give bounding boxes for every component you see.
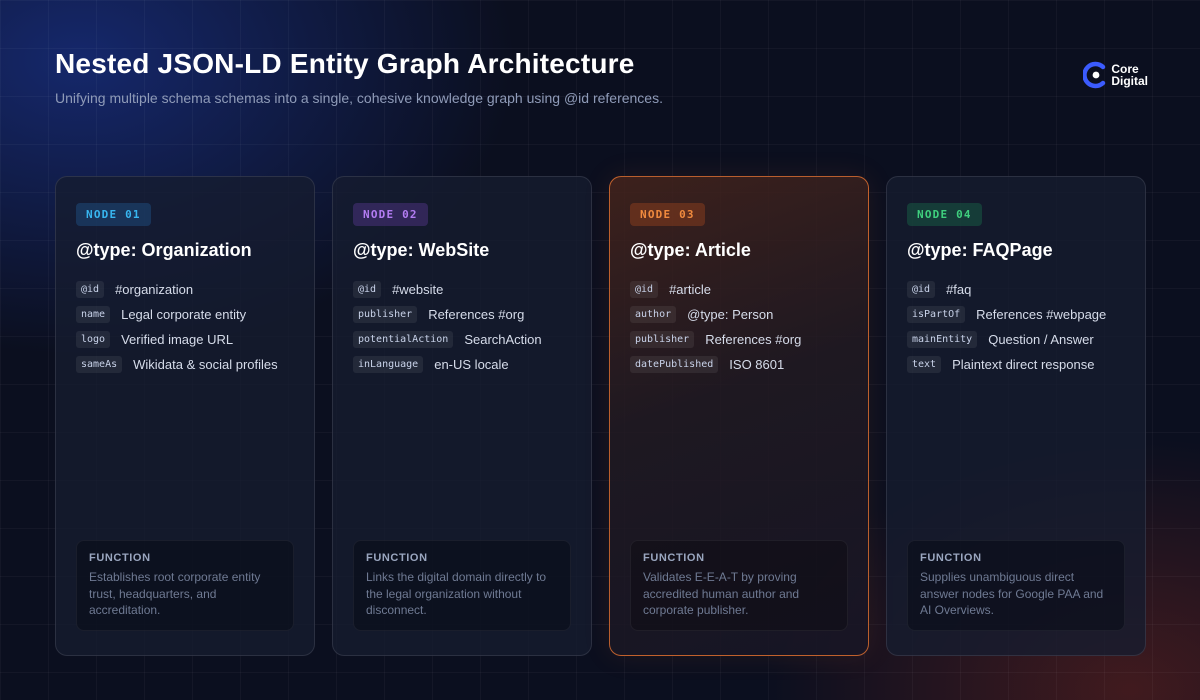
property-value: References #org — [705, 332, 802, 347]
node-type: @type: Organization — [76, 240, 252, 260]
c-logo-icon — [1083, 61, 1106, 89]
property-value: Legal corporate entity — [121, 307, 247, 322]
node-card-faqpage: NODE 04 @type: FAQPage @id #faq isPartOf… — [886, 176, 1146, 656]
property-row: sameAs Wikidata & social profiles — [76, 352, 294, 377]
node-badge: NODE 02 — [353, 203, 428, 226]
property-key: datePublished — [630, 356, 719, 373]
property-value: Wikidata & social profiles — [133, 357, 278, 372]
page-subtitle: Unifying multiple schema schemas into a … — [55, 90, 663, 106]
property-list: @id #organization name Legal corporate e… — [76, 277, 294, 377]
function-box: FUNCTION Supplies unambiguous direct ans… — [907, 540, 1125, 631]
property-value: #faq — [946, 282, 972, 297]
property-key: potentialAction — [353, 331, 454, 348]
node-type: @type: FAQPage — [907, 240, 1053, 260]
property-row: @id #organization — [76, 277, 294, 302]
property-value: References #org — [428, 307, 525, 322]
property-row: datePublished ISO 8601 — [630, 352, 848, 377]
property-key: publisher — [630, 331, 695, 348]
property-list: @id #faq isPartOf References #webpage ma… — [907, 277, 1125, 377]
property-list: @id #article author @type: Person publis… — [630, 277, 848, 377]
property-row: publisher References #org — [353, 302, 571, 327]
property-value: en-US locale — [434, 357, 509, 372]
property-row: name Legal corporate entity — [76, 302, 294, 327]
function-label: FUNCTION — [920, 552, 982, 564]
property-key: @id — [353, 281, 382, 298]
property-row: @id #website — [353, 277, 571, 302]
property-row: text Plaintext direct response — [907, 352, 1125, 377]
property-value: #article — [669, 282, 711, 297]
property-key: @id — [76, 281, 105, 298]
property-row: publisher References #org — [630, 327, 848, 352]
property-value: #website — [392, 282, 444, 297]
brand-name: Core Digital — [1111, 63, 1148, 87]
function-box: FUNCTION Links the digital domain direct… — [353, 540, 571, 631]
property-row: mainEntity Question / Answer — [907, 327, 1125, 352]
property-value: @type: Person — [687, 307, 774, 322]
property-value: #organization — [115, 282, 194, 297]
node-card-article: NODE 03 @type: Article @id #article auth… — [609, 176, 869, 656]
brand-logo: Core Digital — [1083, 59, 1148, 91]
function-box: FUNCTION Establishes root corporate enti… — [76, 540, 294, 631]
property-row: isPartOf References #webpage — [907, 302, 1125, 327]
property-key: sameAs — [76, 356, 123, 373]
function-label: FUNCTION — [366, 552, 428, 564]
property-list: @id #website publisher References #org p… — [353, 277, 571, 377]
function-label: FUNCTION — [643, 552, 705, 564]
property-row: inLanguage en-US locale — [353, 352, 571, 377]
property-key: @id — [630, 281, 659, 298]
node-card-website: NODE 02 @type: WebSite @id #website publ… — [332, 176, 592, 656]
property-key: author — [630, 306, 677, 323]
node-badge: NODE 01 — [76, 203, 151, 226]
node-type: @type: WebSite — [353, 240, 490, 260]
property-value: SearchAction — [464, 332, 542, 347]
node-type: @type: Article — [630, 240, 751, 260]
property-key: mainEntity — [907, 331, 978, 348]
node-cards: NODE 01 @type: Organization @id #organiz… — [55, 176, 1146, 656]
property-key: text — [907, 356, 942, 373]
property-key: isPartOf — [907, 306, 966, 323]
function-text: Validates E-E-A-T by proving accredited … — [643, 570, 800, 617]
node-badge: NODE 03 — [630, 203, 705, 226]
property-key: @id — [907, 281, 936, 298]
property-value: Verified image URL — [121, 332, 234, 347]
property-row: @id #faq — [907, 277, 1125, 302]
property-key: inLanguage — [353, 356, 424, 373]
property-value: ISO 8601 — [729, 357, 785, 372]
property-key: publisher — [353, 306, 418, 323]
page-header: Nested JSON-LD Entity Graph Architecture… — [55, 48, 663, 106]
page-title: Nested JSON-LD Entity Graph Architecture — [55, 48, 635, 79]
function-text: Links the digital domain directly to the… — [366, 570, 547, 617]
property-row: @id #article — [630, 277, 848, 302]
property-value: Question / Answer — [988, 332, 1094, 347]
property-row: logo Verified image URL — [76, 327, 294, 352]
property-value: Plaintext direct response — [952, 357, 1095, 372]
brand-name-line2: Digital — [1111, 74, 1148, 88]
function-text: Supplies unambiguous direct answer nodes… — [920, 570, 1104, 617]
function-label: FUNCTION — [89, 552, 151, 564]
node-card-organization: NODE 01 @type: Organization @id #organiz… — [55, 176, 315, 656]
property-key: name — [76, 306, 111, 323]
property-row: potentialAction SearchAction — [353, 327, 571, 352]
function-text: Establishes root corporate entity trust,… — [89, 570, 261, 617]
function-box: FUNCTION Validates E-E-A-T by proving ac… — [630, 540, 848, 631]
property-value: References #webpage — [976, 307, 1107, 322]
node-badge: NODE 04 — [907, 203, 982, 226]
property-key: logo — [76, 331, 111, 348]
property-row: author @type: Person — [630, 302, 848, 327]
